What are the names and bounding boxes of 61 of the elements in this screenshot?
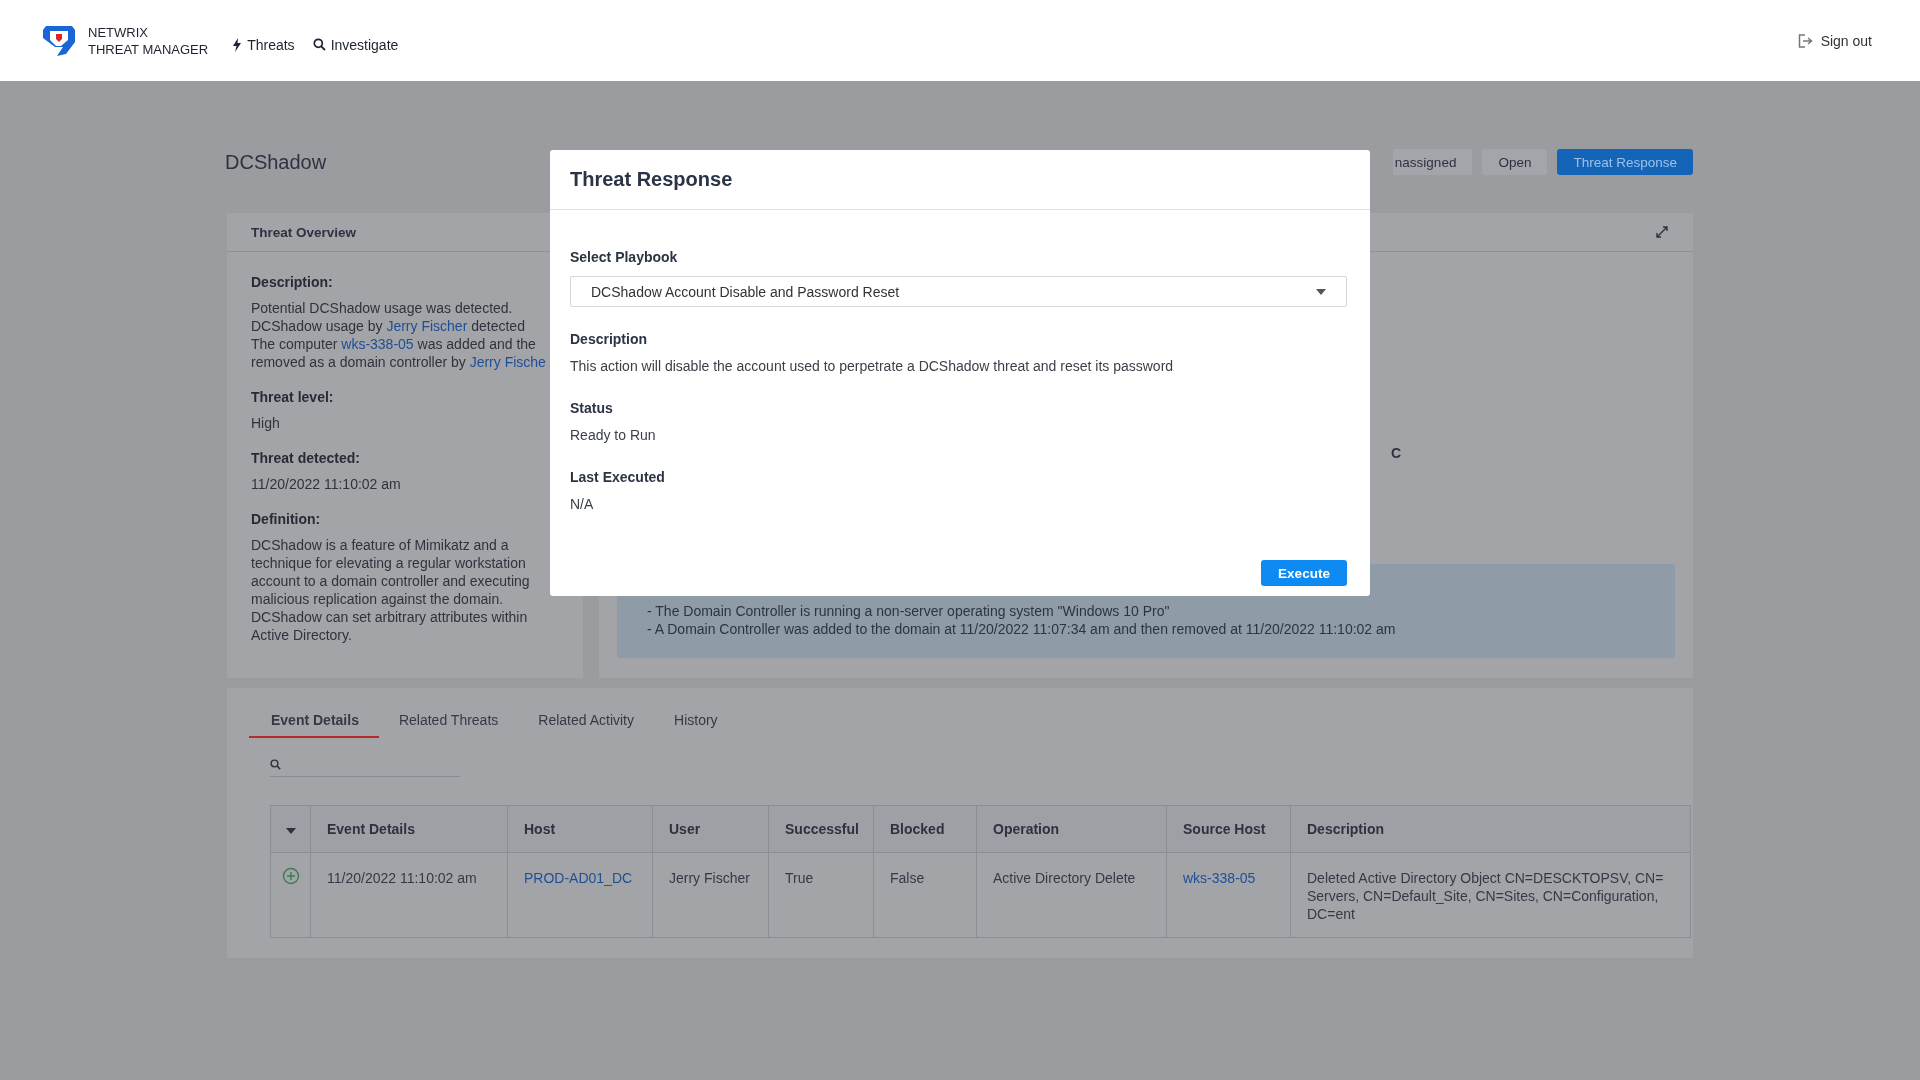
column-header: Host: [507, 805, 653, 853]
caret-icon: [1316, 288, 1326, 295]
field-label: Last Executed: [570, 469, 666, 485]
table-cell[interactable]: wks-338-05: [1166, 852, 1291, 938]
search-icon: [270, 758, 281, 770]
field-label: Select Playbook: [570, 249, 679, 265]
nav-link[interactable]: Threats: [230, 34, 297, 55]
field-value: DCShadow is a feature of Mimikatz and a technique for elevating a regular workstation account to a domain controller and executing malicious replication against the domain. DCShadow can set arbitrary attributes within Active Directory.: [251, 536, 531, 644]
search-icon: [312, 38, 326, 51]
field-value: N/A: [570, 496, 595, 512]
alert-text: - The Domain Controller is running a non-server operating system "Windows 10 Pro": [647, 602, 1171, 620]
brand-name: NETWRIX THREAT MANAGER: [88, 23, 209, 58]
column-header: Blocked: [873, 805, 977, 853]
field-label: Status: [570, 400, 614, 416]
sign-out-button[interactable]: Sign out: [1791, 31, 1878, 50]
table-cell: Deleted Active Directory Object CN=DESCKTOPSV, CN= Servers, CN=Default_Site, CN=Sites, CN=Configuration, DC=ent: [1290, 852, 1691, 938]
table-cell: False: [873, 852, 977, 938]
tab[interactable]: Related Activity: [518, 702, 654, 738]
page-title: DCShadow: [225, 150, 327, 174]
column-header: Source Host: [1166, 805, 1291, 853]
field-label: Description: [570, 331, 648, 347]
alert-text: - A Domain Controller was added to the domain at 11/20/2022 11:07:34 am and then removed at 11/20/2022 11:10:02 am: [647, 620, 1397, 638]
nav-link[interactable]: Investigate: [310, 34, 401, 55]
field-label: C: [1391, 445, 1403, 461]
table-cell: Active Directory Delete: [976, 852, 1167, 938]
lightning-icon: [232, 37, 243, 52]
table-cell: 11/20/2022 11:10:02 am: [310, 852, 508, 938]
caret-icon[interactable]: [285, 828, 296, 834]
link[interactable]: wks-338-05: [341, 336, 414, 352]
card-title: Threat Overview: [251, 224, 357, 240]
sign-out-icon: [1797, 33, 1814, 48]
tab[interactable]: Related Threats: [378, 702, 519, 738]
link[interactable]: Jerry Fische: [469, 354, 546, 370]
column-header: User: [652, 805, 769, 853]
field-label: Description:: [251, 274, 334, 290]
field-value: High: [251, 414, 281, 432]
tab[interactable]: Event Details: [249, 702, 379, 738]
dialog-title: Threat Response: [570, 168, 733, 191]
expand-icon[interactable]: [1655, 225, 1669, 239]
field-label: Threat level:: [251, 389, 335, 405]
link[interactable]: Jerry Fischer: [386, 318, 468, 334]
status-button[interactable]: Open: [1482, 149, 1548, 175]
field-value: 11/20/2022 11:10:02 am: [251, 475, 402, 493]
description-text: Potential DCShadow usage was detected. DCShadow usage by Jerry Fischer detected The computer wks-338-05 was added and the removed as a domain controller by Jerry Fische: [251, 299, 547, 371]
column-header: Event Details: [310, 805, 508, 853]
column-header: Description: [1290, 805, 1691, 853]
threat-response-button[interactable]: Threat Response: [1557, 149, 1693, 175]
table-cell: Jerry Fischer: [652, 852, 769, 938]
field-label: Threat detected:: [251, 450, 361, 466]
shield-logo: [42, 24, 76, 57]
playbook-dropdown[interactable]: DCShadow Account Disable and Password Reset: [570, 276, 1347, 307]
table-cell: True: [768, 852, 874, 938]
status-button[interactable]: nassigned: [1392, 149, 1473, 175]
tab[interactable]: History: [654, 702, 738, 738]
field-label: Definition:: [251, 511, 322, 527]
column-header: Successful: [768, 805, 874, 853]
field-value: Ready to Run: [570, 427, 657, 443]
column-header: Operation: [976, 805, 1167, 853]
field-value: This action will disable the account used to perpetrate a DCShadow threat and reset its password: [570, 358, 1175, 374]
execute-button[interactable]: Execute: [1261, 560, 1347, 586]
table-cell[interactable]: PROD-AD01_DC: [507, 852, 653, 938]
